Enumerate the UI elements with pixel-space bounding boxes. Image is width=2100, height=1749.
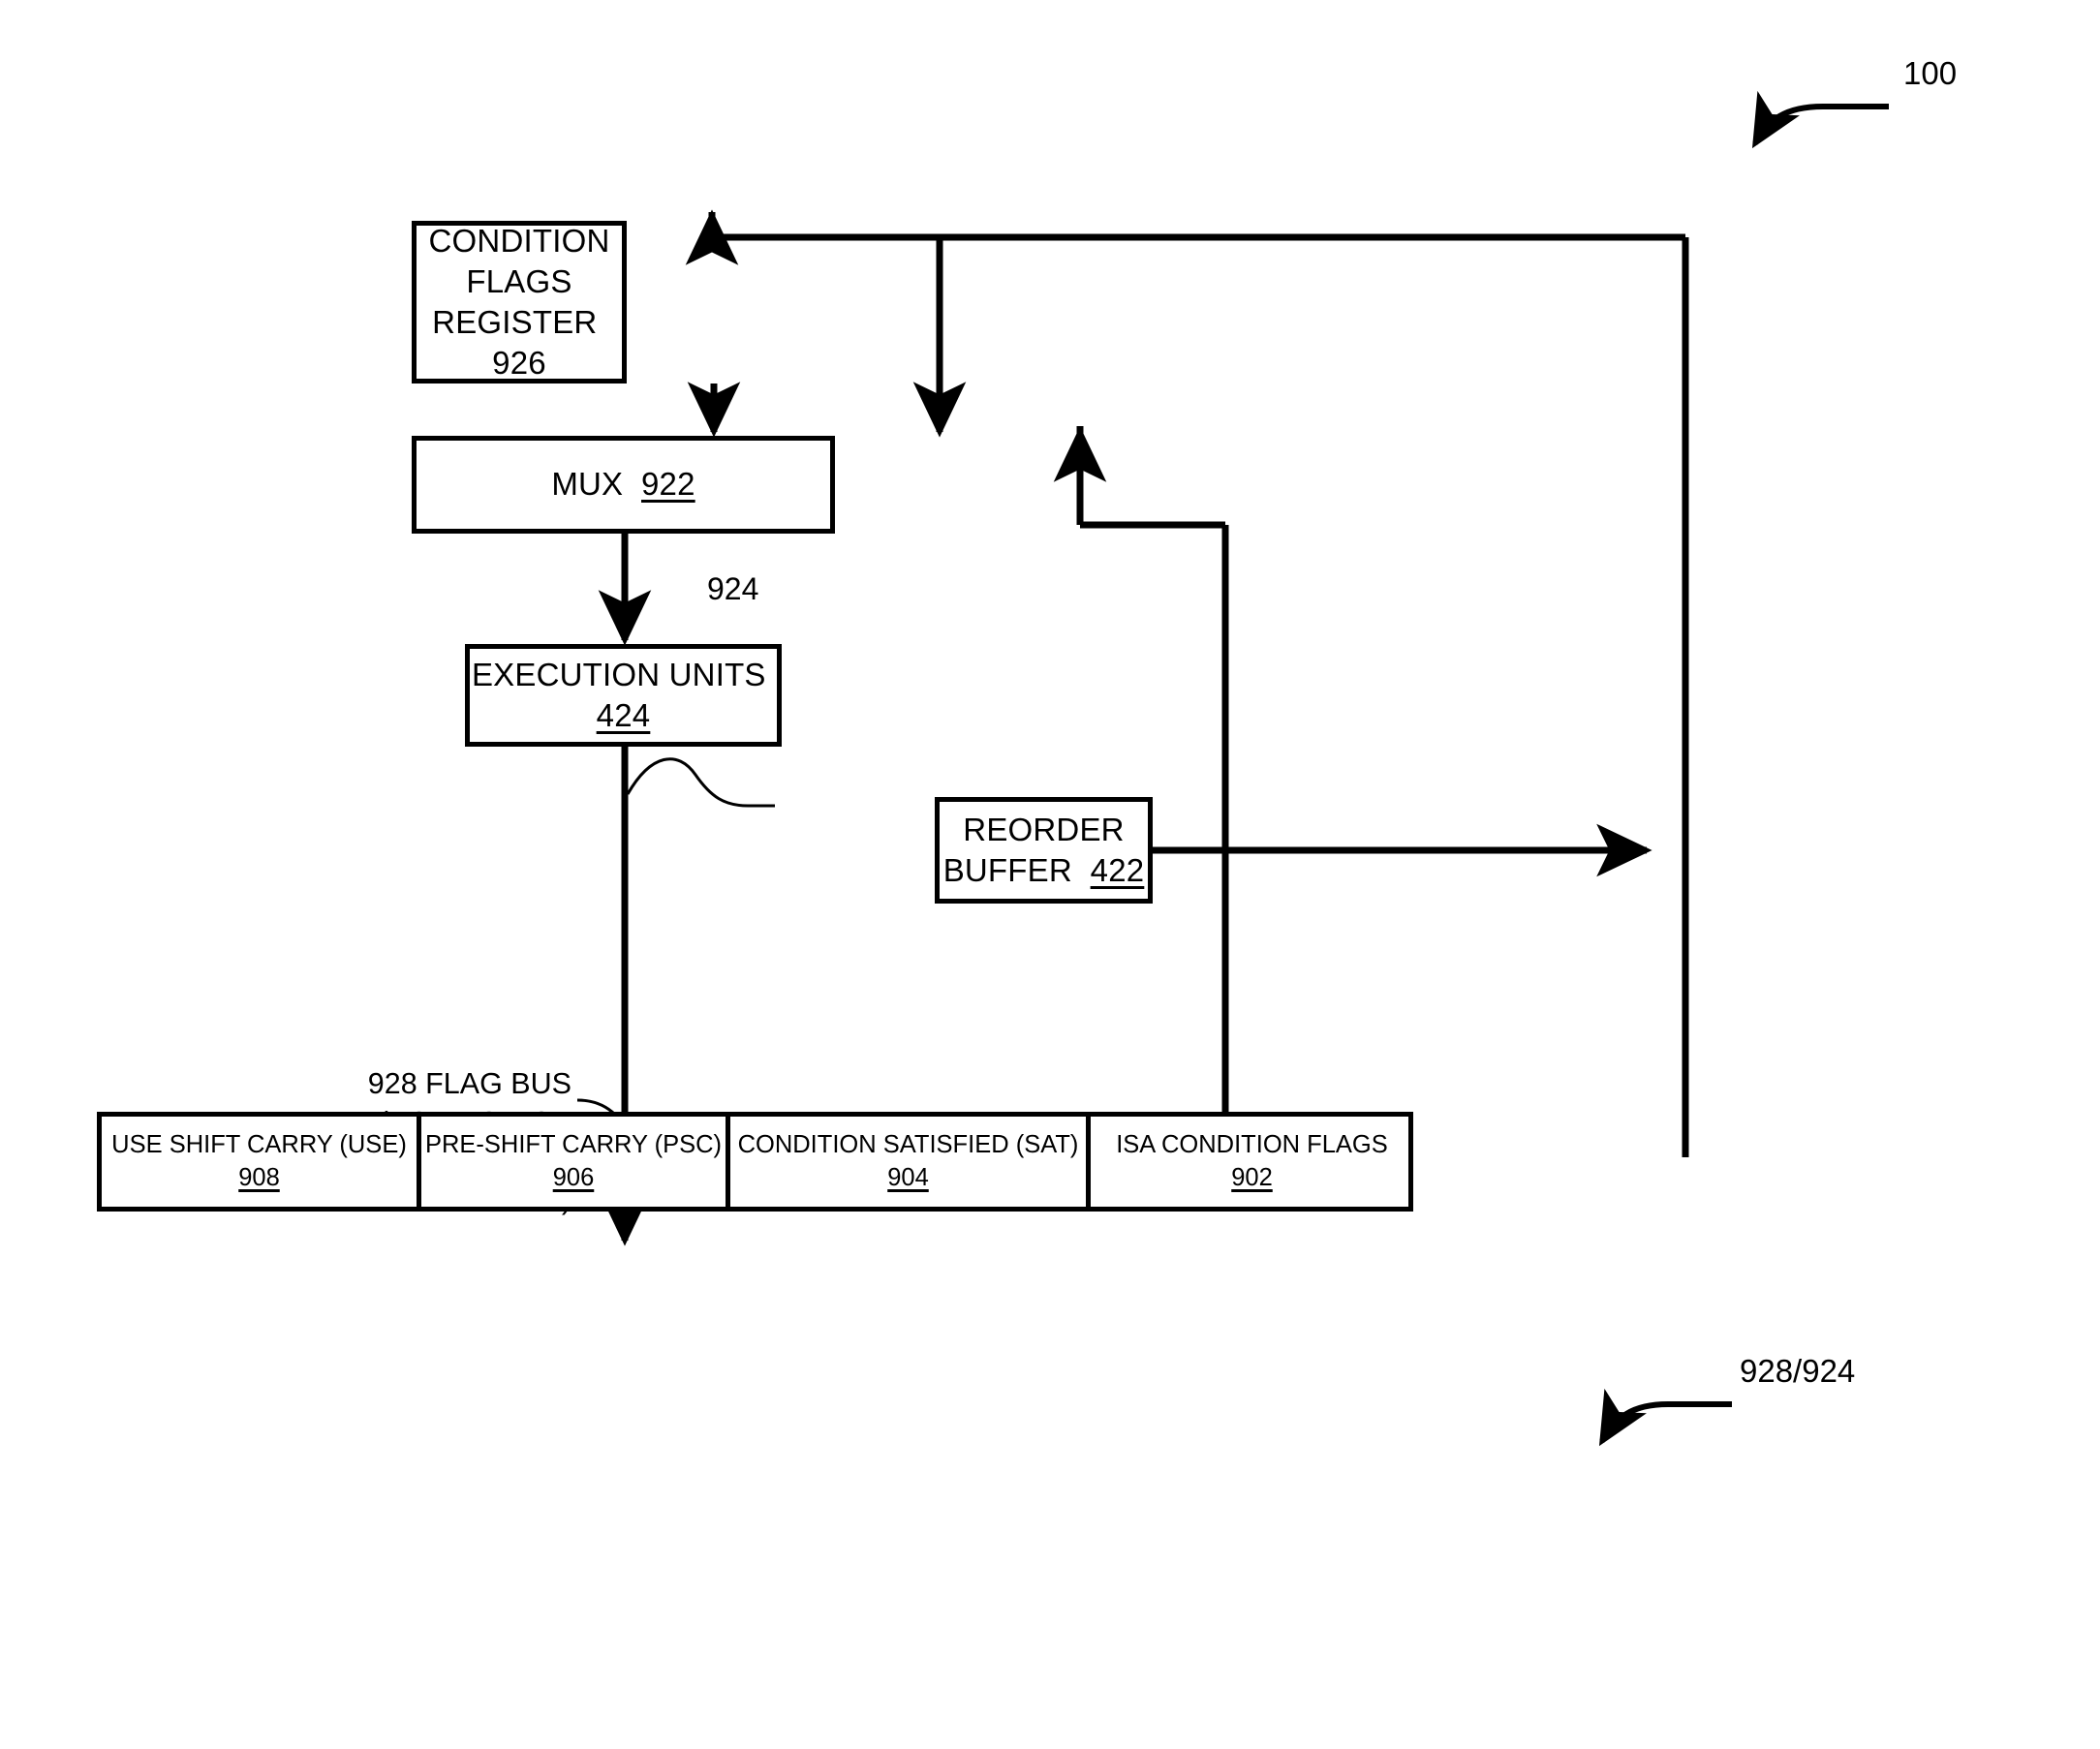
flag-bus-field-cell: USE SHIFT CARRY (USE) 908 [102, 1117, 421, 1207]
leader-squiggle-924 [626, 757, 775, 808]
flag-bus-field-reference-numeral: 902 [1231, 1163, 1273, 1191]
patent-figure: CONDITION FLAGS REGISTER 926 MUX 922 EXE… [0, 0, 2100, 1749]
flag-bus-field-label: PRE-SHIFT CARRY (PSC) [424, 1130, 723, 1158]
reorder-buffer-line1: REORDER [963, 811, 1125, 847]
cfr-line1: CONDITION [428, 222, 610, 259]
flag-bus-caption-line1: 928 FLAG BUS [367, 1067, 571, 1100]
mux-output-label-924: 924 [707, 571, 759, 606]
flag-bus-field-cell: ISA CONDITION FLAGS 902 [1091, 1117, 1413, 1207]
reorder-buffer-block: REORDER BUFFER 422 [935, 797, 1153, 904]
execution-units-reference-numeral: 424 [596, 697, 651, 733]
flag-bus-field-cell: PRE-SHIFT CARRY (PSC) 906 [421, 1117, 730, 1207]
bus-layout-reference-label: 928/924 [1740, 1353, 1856, 1389]
mux-block: MUX 922 [412, 436, 835, 534]
execution-units-block: EXECUTION UNITS 424 [465, 644, 782, 747]
flag-bus-field-cell: CONDITION SATISFIED (SAT) 904 [730, 1117, 1091, 1207]
leader-arrow-100 [1751, 90, 1889, 149]
reorder-buffer-line2: BUFFER [942, 852, 1072, 888]
cfr-line3: REGISTER [432, 304, 598, 340]
mux-reference-numeral: 922 [641, 466, 695, 503]
flag-bus-field-label: USE SHIFT CARRY (USE) [111, 1130, 407, 1158]
reorder-buffer-reference-numeral: 422 [1090, 852, 1145, 888]
flag-bus-field-reference-numeral: 908 [238, 1163, 280, 1191]
flag-bus-field-label: ISA CONDITION FLAGS [1116, 1130, 1388, 1158]
flag-bus-field-reference-numeral: 904 [887, 1163, 929, 1191]
execution-units-label: EXECUTION UNITS [471, 656, 766, 692]
cfr-line2: FLAGS [466, 262, 572, 299]
figure-reference-numeral-100: 100 [1903, 55, 1958, 91]
flag-bus-field-table: USE SHIFT CARRY (USE) 908 PRE-SHIFT CARRY … [97, 1112, 1413, 1212]
condition-flags-register-block: CONDITION FLAGS REGISTER 926 [412, 221, 627, 384]
flag-bus-field-label: CONDITION SATISFIED (SAT) [737, 1130, 1079, 1158]
cfr-reference-numeral: 926 [492, 345, 546, 382]
flag-bus-field-reference-numeral: 906 [552, 1163, 595, 1191]
mux-label: MUX [551, 466, 624, 503]
leader-arrow-928-924 [1598, 1388, 1732, 1447]
